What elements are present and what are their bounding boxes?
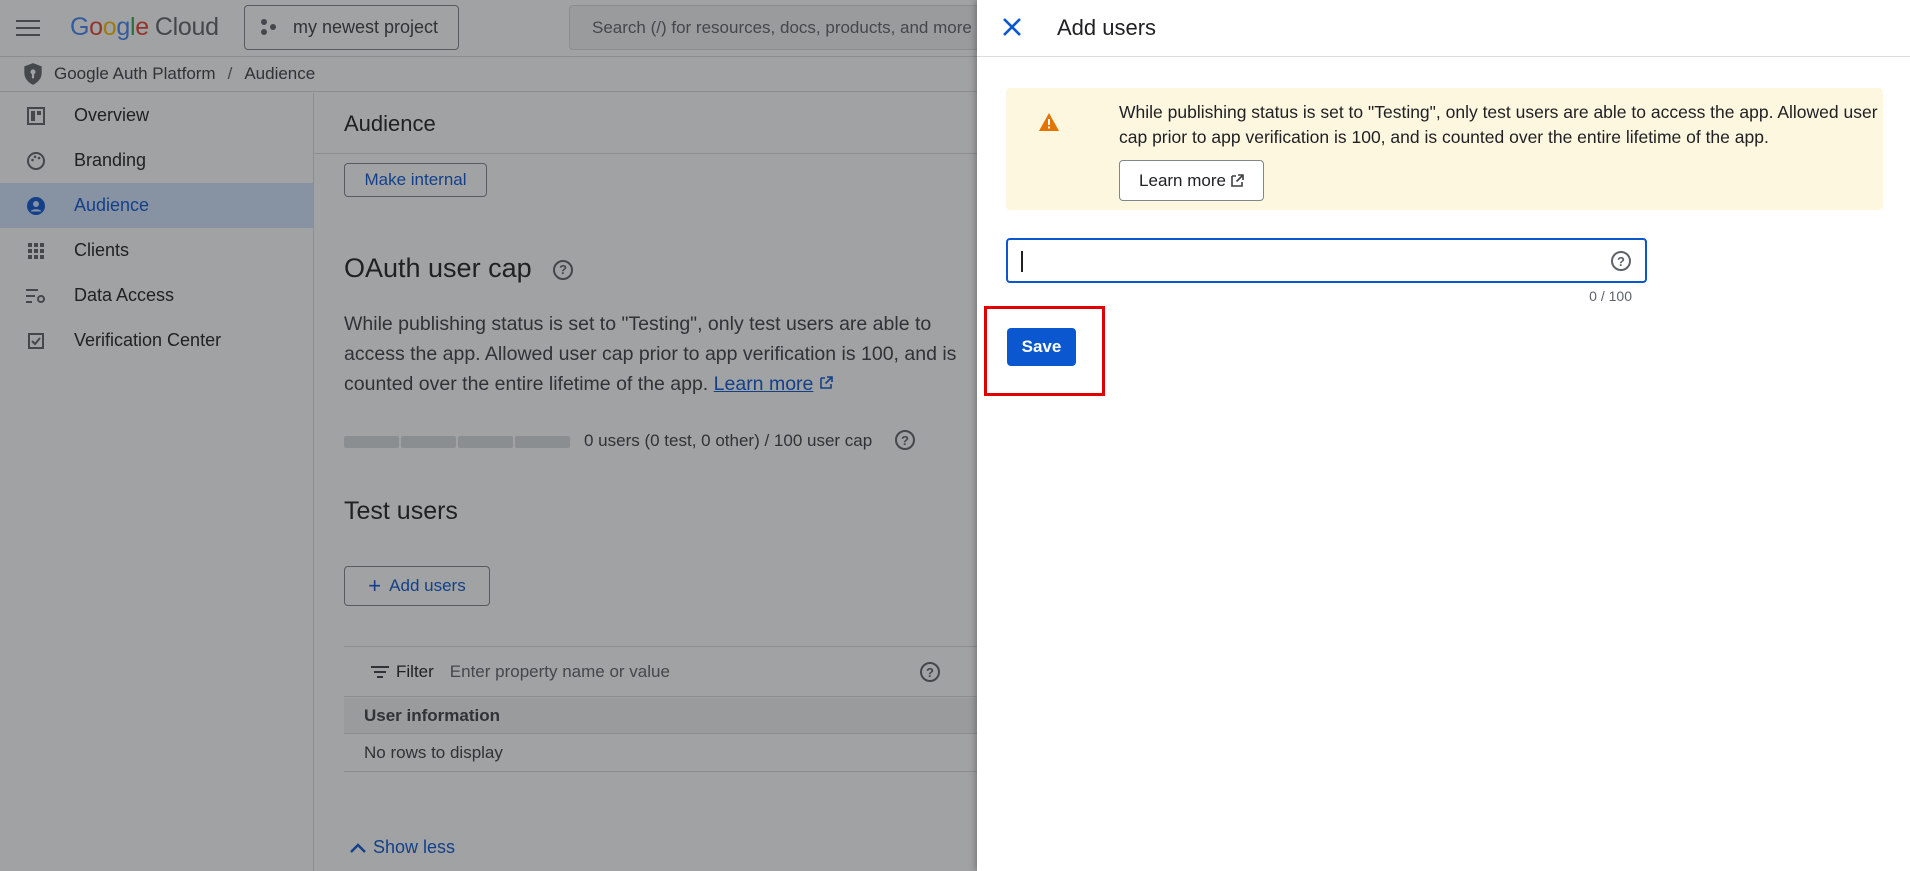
- user-email-input[interactable]: [1018, 248, 1598, 274]
- text-caret: [1021, 251, 1023, 272]
- save-highlight-box: [984, 306, 1105, 396]
- learn-more-button[interactable]: Learn more: [1119, 160, 1264, 201]
- modal-scrim[interactable]: [0, 0, 977, 871]
- open-in-new-icon: [1231, 173, 1244, 187]
- learn-more-label: Learn more: [1139, 170, 1226, 190]
- close-icon[interactable]: [999, 14, 1025, 40]
- character-counter: 0 / 100: [1589, 288, 1632, 304]
- warning-icon: [1039, 113, 1059, 131]
- warning-text: While publishing status is set to "Testi…: [1119, 102, 1878, 147]
- testing-warning-banner: While publishing status is set to "Testi…: [1006, 88, 1883, 210]
- panel-header: Add users: [977, 0, 1910, 57]
- add-users-panel: Add users While publishing status is set…: [977, 0, 1910, 871]
- user-email-field[interactable]: ?: [1006, 238, 1647, 283]
- panel-title: Add users: [1057, 15, 1157, 40]
- help-icon[interactable]: ?: [1611, 251, 1631, 271]
